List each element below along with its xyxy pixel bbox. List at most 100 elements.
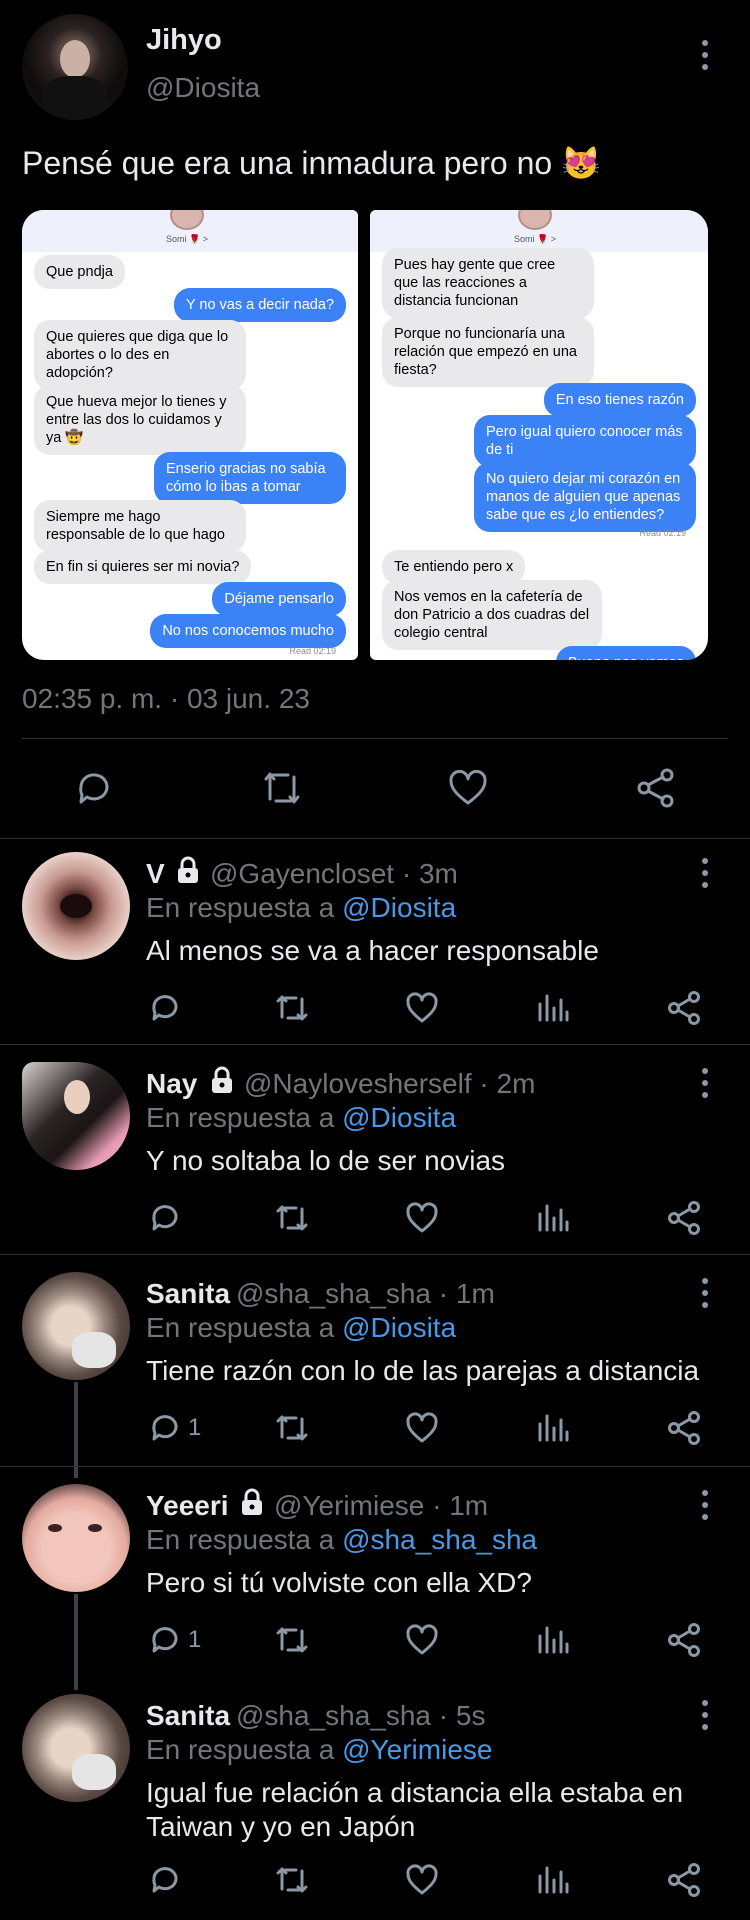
like-icon[interactable]: [400, 1406, 444, 1450]
tweet-text: Pensé que era una inmadura pero no 😻: [22, 145, 601, 181]
share-icon[interactable]: [662, 1196, 706, 1240]
reply-icon[interactable]: [144, 1406, 188, 1450]
reply-handle[interactable]: @Naylovesherself · 2m: [244, 1068, 535, 1100]
share-icon[interactable]: [662, 1618, 706, 1662]
message-bubble: Siempre me hago responsable de lo que ha…: [34, 500, 246, 552]
views-icon[interactable]: [530, 986, 574, 1030]
like-icon[interactable]: [400, 1618, 444, 1662]
message-bubble: Déjame pensarlo: [212, 582, 346, 616]
reply-avatar[interactable]: [22, 1272, 130, 1380]
like-icon[interactable]: [446, 766, 490, 810]
reply-icon[interactable]: [144, 1196, 188, 1240]
reply-count: 1: [188, 1414, 202, 1441]
reply-icon[interactable]: [144, 1618, 188, 1662]
like-icon[interactable]: [400, 1858, 444, 1902]
message-bubble: Que pndja: [34, 255, 125, 289]
author-name[interactable]: Jihyo: [146, 24, 222, 57]
replying-to-label: En respuesta a: [146, 1734, 343, 1765]
mention-link[interactable]: @Diosita: [342, 1312, 456, 1343]
retweet-icon[interactable]: [270, 1858, 314, 1902]
reply-author-name[interactable]: Sanita: [146, 1700, 230, 1732]
replying-to-label: En respuesta a: [146, 1312, 343, 1343]
read-receipt: Read 02:19: [639, 528, 686, 538]
replying-to: En respuesta a @Diosita: [146, 1312, 456, 1344]
retweet-icon[interactable]: [270, 1406, 314, 1450]
avatar-hand: [72, 1754, 116, 1790]
contact-name: Somi 🌹 >: [514, 234, 556, 244]
lock-icon: [170, 856, 200, 887]
retweet-icon[interactable]: [270, 1618, 314, 1662]
more-vertical-icon[interactable]: [700, 40, 710, 78]
divider: [0, 1044, 750, 1045]
author-handle[interactable]: @Diosita: [146, 72, 260, 104]
like-icon[interactable]: [400, 1196, 444, 1240]
message-bubble: En fin si quieres ser mi novia?: [34, 550, 252, 584]
reply-text: Pero si tú volviste con ella XD?: [146, 1567, 532, 1598]
replying-to: En respuesta a @Diosita: [146, 1102, 456, 1134]
divider: [0, 1254, 750, 1255]
more-vertical-icon[interactable]: [700, 1700, 710, 1738]
message-bubble: Que hueva mejor lo tienes y entre las do…: [34, 385, 246, 455]
mention-link[interactable]: @sha_sha_sha: [342, 1524, 537, 1555]
reply-handle[interactable]: @sha_sha_sha · 5s: [236, 1700, 485, 1732]
attached-image-left[interactable]: Somi 🌹 > Que pndja Y no vas a decir nada…: [22, 210, 358, 660]
more-vertical-icon[interactable]: [700, 1068, 710, 1106]
tweet-timestamp[interactable]: 02:35 p. m. · 03 jun. 23: [22, 683, 310, 715]
mention-link[interactable]: @Diosita: [342, 892, 456, 923]
reply-avatar[interactable]: [22, 1484, 130, 1592]
reply-author-name[interactable]: V: [146, 858, 165, 890]
reply-author-name[interactable]: Nay: [146, 1068, 197, 1100]
thread-line: [74, 1382, 78, 1478]
reply-avatar[interactable]: [22, 1062, 130, 1170]
lock-icon: [234, 1488, 264, 1519]
avatar-body: [42, 76, 108, 120]
reply-handle[interactable]: @Yerimiese · 1m: [274, 1490, 488, 1522]
thread-line: [74, 1594, 78, 1690]
attached-image-right[interactable]: Somi 🌹 > Pues hay gente que cree que las…: [370, 210, 708, 660]
views-icon[interactable]: [530, 1858, 574, 1902]
share-icon[interactable]: [662, 1406, 706, 1450]
reply-text: Al menos se va a hacer responsable: [146, 935, 599, 966]
reply-avatar[interactable]: [22, 852, 130, 960]
retweet-icon[interactable]: [270, 986, 314, 1030]
reply-icon[interactable]: [72, 766, 116, 810]
replying-to: En respuesta a @Yerimiese: [146, 1734, 492, 1766]
share-icon[interactable]: [662, 986, 706, 1030]
avatar-eye: [48, 1524, 62, 1532]
reply-avatar[interactable]: [22, 1694, 130, 1802]
contact-name: Somi 🌹 >: [166, 234, 208, 244]
replying-to-label: En respuesta a: [146, 892, 343, 923]
retweet-icon[interactable]: [260, 766, 304, 810]
views-icon[interactable]: [530, 1618, 574, 1662]
replying-to-label: En respuesta a: [146, 1102, 343, 1133]
share-icon[interactable]: [662, 1858, 706, 1902]
mention-link[interactable]: @Diosita: [342, 1102, 456, 1133]
replying-to: En respuesta a @sha_sha_sha: [146, 1524, 537, 1556]
reply-handle[interactable]: @sha_sha_sha · 1m: [236, 1278, 495, 1310]
more-vertical-icon[interactable]: [700, 858, 710, 896]
message-bubble: Enserio gracias no sabía cómo lo ibas a …: [154, 452, 346, 504]
more-vertical-icon[interactable]: [700, 1278, 710, 1316]
message-bubble: No quiero dejar mi corazón en manos de a…: [474, 462, 696, 532]
avatar-face: [64, 1080, 90, 1114]
avatar-eye: [60, 894, 92, 918]
reply-text: Tiene razón con lo de las parejas a dist…: [146, 1355, 700, 1386]
views-icon[interactable]: [530, 1406, 574, 1450]
retweet-icon[interactable]: [270, 1196, 314, 1240]
like-icon[interactable]: [400, 986, 444, 1030]
avatar-eye: [88, 1524, 102, 1532]
author-avatar[interactable]: [22, 14, 128, 120]
reply-author-name[interactable]: Sanita: [146, 1278, 230, 1310]
reply-author-name[interactable]: Yeeeri: [146, 1490, 229, 1522]
more-vertical-icon[interactable]: [700, 1490, 710, 1528]
mention-link[interactable]: @Yerimiese: [342, 1734, 492, 1765]
reply-count: 1: [188, 1626, 202, 1653]
views-icon[interactable]: [530, 1196, 574, 1240]
message-bubble: No nos conocemos mucho: [150, 614, 346, 648]
reply-icon[interactable]: [144, 986, 188, 1030]
reply-icon[interactable]: [144, 1858, 188, 1902]
share-icon[interactable]: [634, 766, 678, 810]
message-bubble: Te entiendo pero x: [382, 550, 526, 584]
message-bubble: En eso tienes razón: [543, 383, 696, 417]
reply-handle[interactable]: @Gayencloset · 3m: [210, 858, 458, 890]
